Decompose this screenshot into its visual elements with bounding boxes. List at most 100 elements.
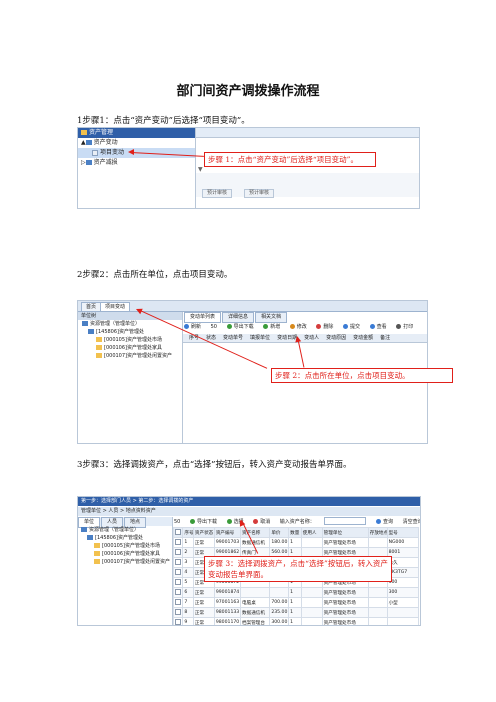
checkbox-icon — [175, 618, 181, 625]
print-button[interactable]: 打印 — [396, 323, 413, 332]
step-2-callout: 步骤 2：点击所在单位，点击项目变动。 — [271, 368, 453, 383]
window-tab-bar: 首页 项目变动 — [78, 301, 427, 312]
tree-item-sub-3[interactable]: [000107]资产管理处闲置资产 — [78, 352, 182, 360]
row-checkbox[interactable] — [172, 567, 184, 578]
table-cell: 8 — [182, 607, 194, 618]
row-checkbox[interactable] — [172, 597, 184, 608]
checkbox-icon — [175, 588, 181, 595]
table-row[interactable]: 9 正常 98001170 档案管理台 300.00 1 资产管理处市场 — [172, 617, 420, 625]
table-row[interactable]: 7 正常 97001163 电脑桌 700.00 1 资产管理处市场 小型 — [172, 597, 420, 608]
folder-icon — [96, 345, 102, 350]
table-cell — [367, 537, 388, 548]
select-all-checkbox[interactable] — [172, 527, 184, 538]
tree-item-sub-1[interactable]: [000105]资产管理处市场 — [78, 336, 182, 344]
table-cell: 97001163 — [213, 597, 242, 608]
tree-item-unit[interactable]: [145806]资产管理处 — [78, 328, 182, 336]
tree-item-root[interactable]: 资源管理（管理单位） — [78, 526, 172, 534]
col-header[interactable]: 存放地点 — [367, 527, 388, 538]
asset-name-input[interactable] — [324, 517, 367, 525]
add-button[interactable]: 新增 — [263, 323, 280, 332]
table-cell: 6 — [182, 587, 194, 598]
page-size-select[interactable]: 50 — [174, 518, 180, 527]
asset-panel: 资产管理 ▲ 资产变动 项目变动 ▷ 资产减损 — [78, 128, 196, 208]
clear-query-button[interactable]: 清空查询 — [403, 518, 420, 527]
col-header[interactable]: 填报单位 — [250, 334, 277, 342]
table-cell: 1 — [288, 587, 302, 598]
col-header[interactable]: 单价 — [269, 527, 290, 538]
tree-item-unit[interactable]: [145806]资产管理处 — [78, 534, 172, 542]
page-size-select[interactable]: 50 — [211, 323, 217, 332]
export-button[interactable]: 导出下载 — [226, 323, 254, 332]
col-header[interactable]: 变动人 — [304, 334, 326, 342]
table-cell — [300, 597, 323, 608]
pre-audit-button-2[interactable]: 预计审核 — [244, 189, 275, 198]
col-header[interactable]: 型号 — [386, 527, 420, 538]
table-row[interactable]: 8 正常 98001133 数据通信机 235.00 1 资产管理处市场 — [172, 607, 420, 618]
grid-header: 序号 资产状态 资产编号 资产名称 单价 数量 使用人 管理单位 存放地点 型号 — [172, 527, 420, 538]
row-checkbox[interactable] — [172, 617, 184, 625]
table-row[interactable]: 6 正常 99001874 1 资产管理处市场 300 — [172, 587, 420, 598]
table-cell: 1 — [288, 607, 302, 618]
col-header[interactable]: 资产编号 — [213, 527, 242, 538]
export-button[interactable]: 导出下载 — [189, 518, 217, 527]
tree-item-sub-2[interactable]: [000106]资产管理处家具 — [78, 550, 172, 558]
row-checkbox[interactable] — [172, 587, 184, 598]
edit-button[interactable]: 修改 — [289, 323, 307, 332]
row-checkbox[interactable] — [172, 557, 184, 568]
col-header[interactable]: 数量 — [288, 527, 302, 538]
table-cell: 2 — [182, 547, 194, 558]
row-checkbox[interactable] — [172, 577, 184, 588]
row-checkbox[interactable] — [172, 537, 184, 548]
table-cell — [239, 587, 271, 598]
view-button[interactable]: 查看 — [369, 323, 387, 332]
edit-icon — [289, 324, 295, 329]
row-checkbox[interactable] — [172, 607, 184, 618]
tree-item-sub-3[interactable]: [000107]资产管理处闲置资产 — [78, 558, 172, 566]
table-cell: 9 — [182, 617, 194, 625]
module-icon — [85, 140, 92, 145]
col-header[interactable]: 备注 — [380, 334, 397, 342]
tab-change-list[interactable]: 变动单列表 — [184, 312, 222, 323]
screenshot-1: 资产管理 ▲ 资产变动 项目变动 ▷ 资产减损 ▼ 预计审核 预计审核 — [77, 127, 420, 209]
tab-home[interactable]: 首页 — [81, 302, 102, 312]
col-header[interactable]: 变动单号 — [223, 334, 250, 342]
tree-item-asset-change[interactable]: ▲ 资产变动 — [78, 138, 195, 148]
col-header[interactable]: 变动金额 — [353, 334, 380, 342]
org-icon — [88, 329, 94, 334]
table-row[interactable]: 1 正常 99001703 数据通信机 180.00 1 资产管理处市场 NG000 — [172, 537, 420, 548]
unit-pane: 单位 人员 地点 资源管理（管理单位） [145806]资产管理处 [000105]… — [78, 517, 173, 625]
col-header[interactable]: 变动原因 — [326, 334, 353, 342]
col-header[interactable]: 管理单位 — [321, 527, 369, 538]
table-cell — [300, 537, 323, 548]
tree-item-sub-1[interactable]: [000105]资产管理处市场 — [78, 542, 172, 550]
cancel-button[interactable]: 取消 — [253, 518, 270, 527]
tab-project-change[interactable]: 项目变动 — [100, 302, 131, 312]
check-icon — [226, 518, 232, 524]
table-cell: 98001170 — [213, 617, 242, 625]
tab-documents[interactable]: 相关文档 — [255, 312, 288, 323]
pre-audit-button[interactable]: 预计审核 — [202, 189, 233, 198]
table-cell: 资产管理处市场 — [321, 587, 369, 598]
col-header[interactable]: 资产状态 — [192, 527, 215, 538]
table-cell: 1 — [288, 597, 302, 608]
detail-tabs: 变动单列表 详细信息 相关文档 — [184, 312, 288, 323]
table-cell — [300, 587, 323, 598]
tree-item-asset-loss[interactable]: ▷ 资产减损 — [78, 158, 195, 168]
unit-tree-pane: 单位树 资源管理（管理单位） [145806]资产管理处 [000105]资产管… — [78, 312, 183, 443]
export-icon — [189, 518, 195, 524]
row-checkbox[interactable] — [172, 547, 184, 558]
query-button[interactable]: 查询 — [376, 518, 393, 527]
table-cell: 资产管理处市场 — [321, 597, 369, 608]
delete-button[interactable]: 删除 — [316, 323, 333, 332]
table-cell: 5 — [182, 577, 194, 588]
col-header[interactable]: 使用人 — [300, 527, 323, 538]
export-icon — [226, 324, 232, 329]
table-cell: 99001703 — [213, 537, 242, 548]
grid-header: 序号 状态 变动单号 填报单位 变动日期 变动人 变动原因 变动金额 备注 — [183, 334, 427, 343]
chevron-down-icon[interactable]: ▼ — [198, 166, 203, 173]
tree-item-sub-2[interactable]: [000106]资产管理处家具 — [78, 344, 182, 352]
tab-details[interactable]: 详细信息 — [222, 312, 255, 323]
table-cell: 电脑桌 — [239, 597, 271, 608]
submit-button[interactable]: 提交 — [343, 323, 360, 332]
col-header[interactable]: 序号 — [182, 527, 194, 538]
